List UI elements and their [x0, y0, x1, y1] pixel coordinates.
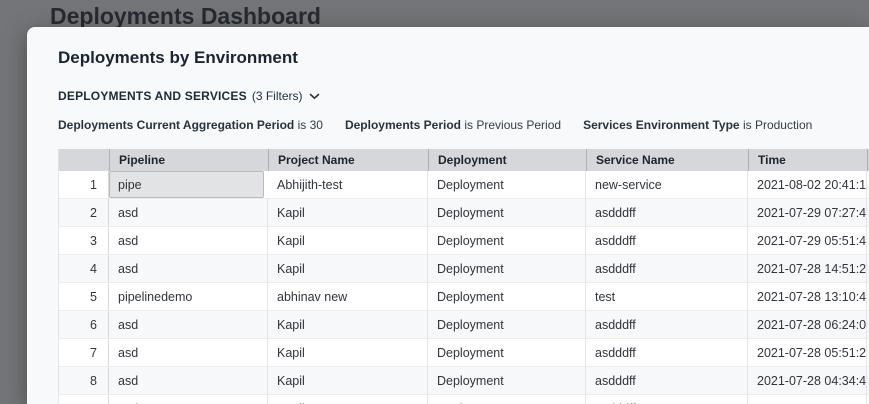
cell-service-name[interactable]: asdddff	[586, 311, 748, 338]
cell-project-name[interactable]: abhinav new	[268, 283, 428, 310]
cell-service-name[interactable]: asdddff	[586, 367, 748, 394]
filter-item-deployments-period[interactable]: Deployments Period is Previous Period	[345, 118, 561, 132]
cell-pipeline[interactable]: asd	[109, 311, 268, 338]
cell-project-name[interactable]: Kapil	[268, 339, 428, 366]
cell-service-name[interactable]: asdddff	[586, 227, 748, 254]
cell-time[interactable]: 2021-07-28 13:10:46	[748, 283, 867, 310]
cell-pipeline[interactable]: asd	[109, 395, 268, 404]
cell-pipeline[interactable]: asd	[109, 255, 268, 282]
cell-project-name[interactable]: Kapil	[268, 255, 428, 282]
table-row[interactable]: 4 asd Kapil Deployment asdddff 2021-07-2…	[59, 255, 869, 283]
cell-time[interactable]: 2021-07-28 05:51:28	[748, 339, 867, 366]
modal-title: Deployments by Environment	[58, 48, 869, 68]
table-header-row: Pipeline Project Name Deployment Service…	[59, 149, 869, 171]
filter-item-environment-type[interactable]: Services Environment Type is Production	[583, 118, 812, 132]
row-number: 7	[59, 339, 109, 366]
table-row[interactable]: 6 asd Kapil Deployment asdddff 2021-07-2…	[59, 311, 869, 339]
row-number: 6	[59, 311, 109, 338]
table-row[interactable]: 3 asd Kapil Deployment asdddff 2021-07-2…	[59, 227, 869, 255]
row-number: 4	[59, 255, 109, 282]
cell-pipeline[interactable]: pipe	[109, 171, 264, 198]
column-header-project-name[interactable]: Project Name	[268, 149, 428, 171]
table-row[interactable]: 8 asd Kapil Deployment asdddff 2021-07-2…	[59, 367, 869, 395]
column-header-pipeline[interactable]: Pipeline	[109, 149, 268, 171]
table-row[interactable]: 5 pipelinedemo abhinav new Deployment te…	[59, 283, 869, 311]
cell-project-name[interactable]: Kapil	[268, 199, 428, 226]
cell-deployment[interactable]: Deployment	[428, 395, 586, 404]
page-title: Deployments Dashboard	[50, 3, 321, 30]
row-number: 9	[59, 395, 109, 404]
cell-time[interactable]: 2021-07-28 04:18:11	[748, 395, 867, 404]
table-row[interactable]: 7 asd Kapil Deployment asdddff 2021-07-2…	[59, 339, 869, 367]
cell-pipeline[interactable]: asd	[109, 367, 268, 394]
filter-item-aggregation-period[interactable]: Deployments Current Aggregation Period i…	[58, 118, 323, 132]
cell-time[interactable]: 2021-07-28 04:34:45	[748, 367, 867, 394]
cell-project-name[interactable]: Kapil	[268, 311, 428, 338]
table-row[interactable]: 1 pipe Abhijith-test Deployment new-serv…	[59, 171, 869, 199]
cell-time[interactable]: 2021-07-28 06:24:00	[748, 311, 867, 338]
cell-project-name[interactable]: Kapil	[268, 367, 428, 394]
table-row[interactable]: 2 asd Kapil Deployment asdddff 2021-07-2…	[59, 199, 869, 227]
cell-pipeline[interactable]: asd	[109, 339, 268, 366]
row-number: 1	[59, 171, 109, 198]
cell-deployment[interactable]: Deployment	[428, 199, 586, 226]
cell-service-name[interactable]: test	[586, 283, 748, 310]
cell-time[interactable]: 2021-07-29 05:51:45	[748, 227, 867, 254]
cell-time[interactable]: 2021-07-29 07:27:44	[748, 199, 867, 226]
filters-row: Deployments Current Aggregation Period i…	[58, 118, 869, 132]
cell-pipeline[interactable]: asd	[109, 227, 268, 254]
cell-service-name[interactable]: new-service	[586, 171, 748, 198]
cell-deployment[interactable]: Deployment	[428, 171, 586, 198]
cell-time[interactable]: 2021-07-28 14:51:23	[748, 255, 867, 282]
cell-project-name[interactable]: Kapil	[268, 227, 428, 254]
row-number: 2	[59, 199, 109, 226]
deployments-table: Pipeline Project Name Deployment Service…	[58, 149, 869, 404]
row-number: 5	[59, 283, 109, 310]
chevron-down-icon	[309, 93, 320, 100]
cell-project-name[interactable]: Kapil	[268, 395, 428, 404]
filter-group-toggle[interactable]: DEPLOYMENTS AND SERVICES (3 Filters)	[58, 89, 320, 103]
column-header-time[interactable]: Time	[748, 149, 867, 171]
cell-deployment[interactable]: Deployment	[428, 311, 586, 338]
row-number: 3	[59, 227, 109, 254]
filter-group-label: DEPLOYMENTS AND SERVICES	[58, 89, 247, 103]
row-number: 8	[59, 367, 109, 394]
cell-deployment[interactable]: Deployment	[428, 283, 586, 310]
cell-project-name[interactable]: Abhijith-test	[268, 171, 428, 198]
cell-service-name[interactable]: asdddff	[586, 199, 748, 226]
table-row[interactable]: 9 asd Kapil Deployment asdddff 2021-07-2…	[59, 395, 869, 404]
column-header-deployment[interactable]: Deployment	[428, 149, 586, 171]
cell-deployment[interactable]: Deployment	[428, 255, 586, 282]
cell-deployment[interactable]: Deployment	[428, 367, 586, 394]
cell-time[interactable]: 2021-08-02 20:41:18	[748, 171, 867, 198]
screen: Deployments Dashboard Deployments by Env…	[0, 0, 869, 404]
cell-service-name[interactable]: asdddff	[586, 395, 748, 404]
filter-count-label: (3 Filters)	[252, 89, 303, 103]
cell-deployment[interactable]: Deployment	[428, 227, 586, 254]
column-header-rownum	[59, 149, 109, 171]
cell-service-name[interactable]: asdddff	[586, 339, 748, 366]
column-header-service-name[interactable]: Service Name	[586, 149, 748, 171]
table-body: 1 pipe Abhijith-test Deployment new-serv…	[59, 171, 869, 404]
cell-service-name[interactable]: asdddff	[586, 255, 748, 282]
cell-deployment[interactable]: Deployment	[428, 339, 586, 366]
deployments-by-environment-modal: Deployments by Environment DEPLOYMENTS A…	[27, 27, 869, 404]
cell-pipeline[interactable]: pipelinedemo	[109, 283, 268, 310]
cell-pipeline[interactable]: asd	[109, 199, 268, 226]
